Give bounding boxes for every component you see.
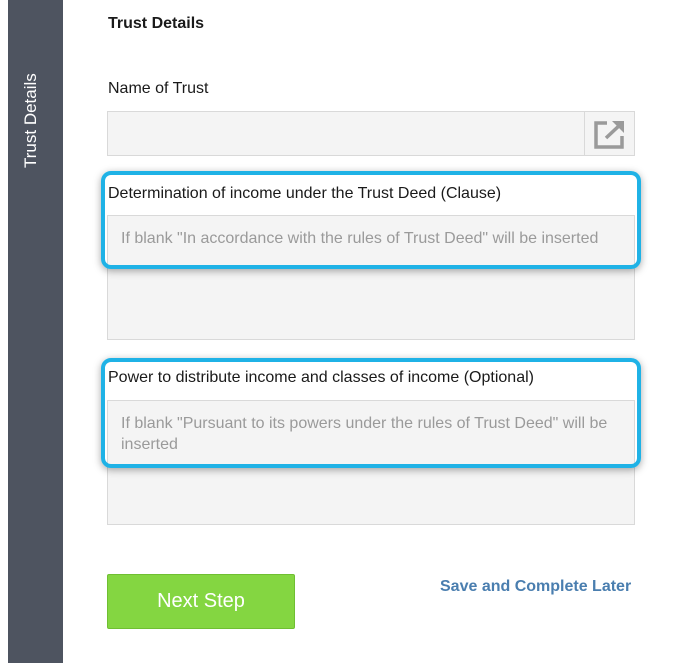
- main-panel: Trust Details Name of Trust Determinatio…: [63, 0, 689, 663]
- name-of-trust-label: Name of Trust: [108, 80, 209, 97]
- section-title: Trust Details: [108, 15, 205, 32]
- name-of-trust-input[interactable]: [107, 111, 635, 156]
- save-and-complete-later-link[interactable]: Save and Complete Later: [440, 578, 631, 596]
- sidebar-label[interactable]: Trust Details: [21, 73, 41, 168]
- expand-button[interactable]: [584, 112, 634, 155]
- left-gutter: [0, 0, 8, 663]
- sidebar: Trust Details: [8, 0, 63, 663]
- open-external-icon: [593, 120, 624, 149]
- highlight-box-power: [101, 358, 641, 468]
- highlight-box-determination: [101, 171, 641, 269]
- next-step-button[interactable]: Next Step: [107, 574, 295, 629]
